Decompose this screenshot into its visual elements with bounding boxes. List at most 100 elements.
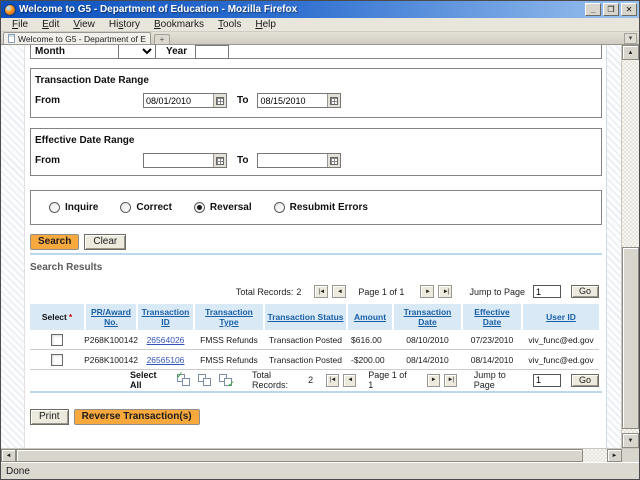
- first-page-icon[interactable]: |◄: [314, 285, 328, 298]
- transaction-from-date-input[interactable]: [144, 95, 213, 107]
- column-effective-date[interactable]: Effective Date: [463, 304, 521, 330]
- column-amount[interactable]: Amount: [348, 304, 392, 330]
- transaction-id-link[interactable]: 26565106: [147, 355, 185, 365]
- tab-welcome-g5[interactable]: Welcome to G5 - Department of Edu...: [3, 32, 151, 44]
- close-button[interactable]: ✕: [621, 3, 637, 16]
- select-all-icon[interactable]: ✓: [176, 373, 192, 388]
- transaction-type-cell: FMSS Refunds: [195, 355, 263, 365]
- column-user-id[interactable]: User ID: [523, 304, 599, 330]
- status-bar: Done: [1, 462, 639, 479]
- total-records-label: Total Records:: [236, 287, 294, 297]
- radio-option-inquire: Inquire: [49, 202, 98, 213]
- transaction-date-range-section: Transaction Date Range From To: [30, 68, 602, 118]
- clear-selection-icon[interactable]: [197, 373, 213, 388]
- from-label: From: [35, 155, 143, 166]
- to-label: To: [237, 95, 248, 106]
- user-id-cell: viv_func@ed.gov: [523, 355, 599, 365]
- jump-to-page-input[interactable]: [533, 285, 561, 298]
- go-button[interactable]: Go: [571, 285, 599, 298]
- total-records-value: 2: [296, 287, 301, 297]
- page-icon: [8, 34, 15, 43]
- search-button[interactable]: Search: [30, 234, 79, 250]
- scroll-up-icon[interactable]: ▲: [622, 45, 639, 60]
- inquire-radio[interactable]: [49, 202, 60, 213]
- month-select[interactable]: [118, 45, 156, 59]
- year-input[interactable]: [195, 45, 229, 59]
- transaction-date-range-legend: Transaction Date Range: [35, 75, 601, 86]
- effective-to-date-input[interactable]: [258, 155, 327, 167]
- radio-option-reversal: Reversal: [194, 202, 252, 213]
- select-all-label: Select All: [130, 370, 167, 390]
- go-button[interactable]: Go: [571, 374, 599, 387]
- window-title: Welcome to G5 - Department of Education …: [19, 4, 582, 15]
- previous-page-icon[interactable]: ◄: [332, 285, 346, 298]
- results-table-header: Select* PR/Award No. Transaction ID Tran…: [30, 304, 599, 330]
- last-page-icon[interactable]: ►|: [438, 285, 452, 298]
- vertical-scroll-track[interactable]: [622, 60, 639, 433]
- effective-from-date-field: [143, 153, 227, 168]
- column-transaction-type[interactable]: Transaction Type: [195, 304, 263, 330]
- new-tab-button[interactable]: +: [154, 34, 170, 44]
- menu-edit[interactable]: Edit: [35, 19, 66, 30]
- transaction-type-cell: FMSS Refunds: [195, 335, 263, 345]
- column-transaction-status[interactable]: Transaction Status: [265, 304, 346, 330]
- transaction-id-link[interactable]: 26564026: [147, 335, 185, 345]
- resubmit-errors-radio[interactable]: [274, 202, 285, 213]
- print-button[interactable]: Print: [30, 409, 69, 425]
- effective-from-date-input[interactable]: [144, 155, 213, 167]
- invert-selection-icon[interactable]: ✓: [218, 373, 234, 388]
- page-body: Month Year Transaction Date Range From: [1, 45, 621, 448]
- column-transaction-id[interactable]: Transaction ID: [138, 304, 193, 330]
- scroll-left-icon[interactable]: ◄: [1, 449, 16, 462]
- jump-to-page-input[interactable]: [533, 374, 561, 387]
- amount-cell: $616.00: [348, 335, 392, 345]
- tab-bar: Welcome to G5 - Department of Edu... + ▾: [1, 32, 639, 45]
- correct-radio[interactable]: [120, 202, 131, 213]
- last-page-icon[interactable]: ►|: [444, 374, 457, 387]
- calendar-icon[interactable]: [327, 154, 340, 167]
- to-label: To: [237, 155, 248, 166]
- scroll-right-icon[interactable]: ►: [607, 449, 622, 462]
- menu-file[interactable]: File: [5, 19, 35, 30]
- effective-date-cell: 08/14/2010: [463, 355, 521, 365]
- previous-page-icon[interactable]: ◄: [343, 374, 356, 387]
- mode-section: Inquire Correct Reversal Resubmit Errors: [30, 190, 602, 225]
- menu-help[interactable]: Help: [248, 19, 283, 30]
- column-pr-award-no[interactable]: PR/Award No.: [86, 304, 136, 330]
- vertical-scrollbar[interactable]: ▲ ▼: [621, 45, 639, 448]
- next-page-icon[interactable]: ►: [420, 285, 434, 298]
- horizontal-scroll-thumb[interactable]: [16, 449, 583, 462]
- menu-bookmarks[interactable]: Bookmarks: [147, 19, 211, 30]
- horizontal-scroll-track[interactable]: [16, 449, 607, 462]
- row-select-checkbox[interactable]: [51, 334, 63, 346]
- list-all-tabs-icon[interactable]: ▾: [624, 33, 637, 44]
- effective-to-date-field: [257, 153, 341, 168]
- row-select-checkbox[interactable]: [51, 354, 63, 366]
- transaction-to-date-input[interactable]: [258, 95, 327, 107]
- pagination-top: Total Records: 2 |◄ ◄ Page 1 of 1 ► ►| J…: [30, 284, 599, 299]
- menu-history[interactable]: History: [102, 19, 147, 30]
- calendar-icon[interactable]: [213, 154, 226, 167]
- scroll-down-icon[interactable]: ▼: [622, 433, 639, 448]
- clear-button[interactable]: Clear: [84, 234, 126, 250]
- title-bar: Welcome to G5 - Department of Education …: [1, 1, 639, 18]
- pr-award-cell: P268K100142: [86, 355, 136, 365]
- jump-to-page-label: Jump to Page: [474, 370, 525, 390]
- minimize-button[interactable]: _: [585, 3, 601, 16]
- horizontal-scrollbar[interactable]: ◄ ►: [1, 448, 639, 462]
- calendar-icon[interactable]: [213, 94, 226, 107]
- status-text: Done: [6, 466, 30, 477]
- reverse-transactions-button[interactable]: Reverse Transaction(s): [74, 409, 200, 425]
- vertical-scroll-thumb[interactable]: [622, 247, 639, 430]
- column-transaction-date[interactable]: Transaction Date: [394, 304, 461, 330]
- maximize-button[interactable]: ❐: [603, 3, 619, 16]
- reversal-label: Reversal: [210, 202, 252, 213]
- scrollbar-corner: [622, 449, 639, 462]
- next-page-icon[interactable]: ►: [427, 374, 440, 387]
- calendar-icon[interactable]: [327, 94, 340, 107]
- reversal-radio[interactable]: [194, 202, 205, 213]
- effective-date-range-legend: Effective Date Range: [35, 135, 601, 146]
- first-page-icon[interactable]: |◄: [326, 374, 339, 387]
- menu-tools[interactable]: Tools: [211, 19, 248, 30]
- menu-view[interactable]: View: [66, 19, 102, 30]
